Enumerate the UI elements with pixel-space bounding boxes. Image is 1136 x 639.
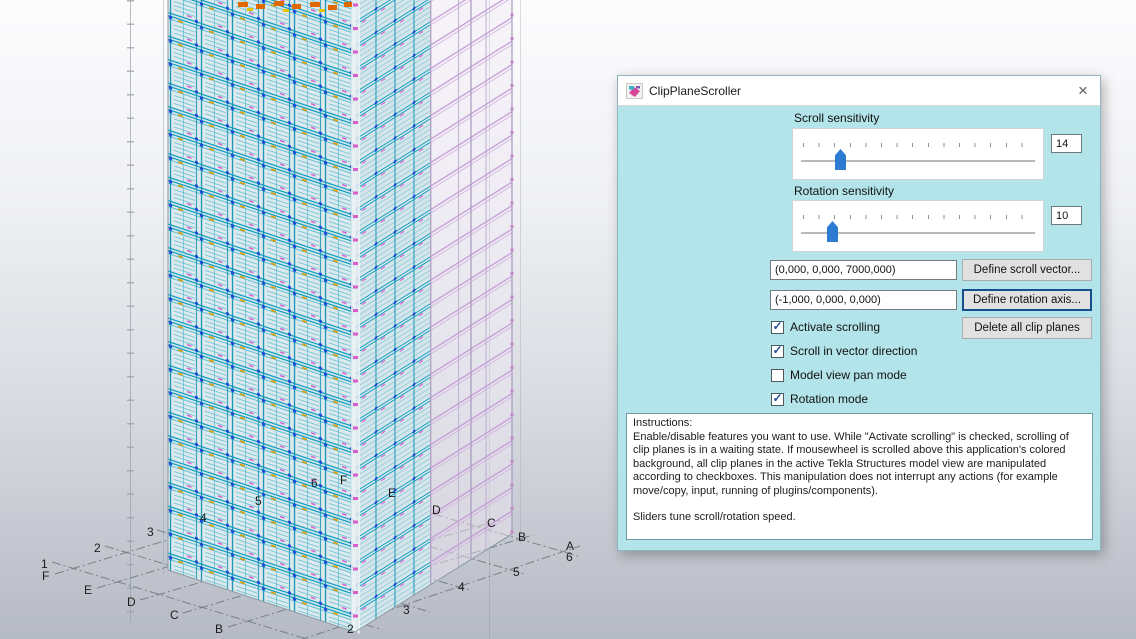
slider-thumb[interactable]	[827, 221, 838, 242]
rotation-axis-field[interactable]	[770, 290, 957, 310]
checkbox-box[interactable]: ✓	[771, 345, 784, 358]
instructions-box: Instructions: Enable/disable features yo…	[626, 413, 1093, 540]
checkbox-label: Rotation mode	[790, 392, 868, 406]
scroll-sensitivity-label: Scroll sensitivity	[794, 111, 879, 125]
tekla-model-viewport[interactable]: 1 2 3 4 5 6 F E D C B F E D C B A 6 5 4 …	[0, 0, 1136, 639]
close-button[interactable]: ×	[1066, 76, 1100, 106]
checkbox-model-view-pan-mode[interactable]: Model view pan mode	[771, 367, 907, 383]
grid-label-F-right: F	[340, 474, 347, 486]
checkbox-label: Model view pan mode	[790, 368, 907, 382]
grid-label-C-right: C	[487, 517, 496, 529]
grid-label-3-bottom: 3	[403, 604, 410, 616]
building-model-3d[interactable]	[0, 0, 620, 639]
grid-label-D-left: D	[127, 596, 136, 608]
define-rotation-axis-button[interactable]: Define rotation axis...	[962, 289, 1092, 311]
frame-structure	[430, 0, 512, 585]
building-right-face	[355, 0, 430, 632]
grid-label-6: 6	[311, 477, 318, 489]
building-left-face	[168, 0, 355, 632]
grid-label-E-right: E	[388, 487, 396, 499]
grid-label-B-right: B	[518, 531, 526, 543]
grid-label-2: 2	[94, 542, 101, 554]
slider-ticks	[803, 215, 1035, 219]
checkbox-box[interactable]	[771, 369, 784, 382]
scroll-sensitivity-value[interactable]	[1051, 134, 1082, 153]
slider-thumb[interactable]	[835, 149, 846, 170]
checkbox-label: Activate scrolling	[790, 320, 880, 334]
checkmark-icon: ✓	[772, 345, 782, 356]
checkbox-activate-scrolling[interactable]: ✓ Activate scrolling	[771, 319, 880, 335]
define-scroll-vector-button[interactable]: Define scroll vector...	[962, 259, 1092, 281]
grid-label-4-bottom: 4	[458, 581, 465, 593]
grid-label-5: 5	[255, 495, 262, 507]
grid-label-D-right: D	[432, 504, 441, 516]
grid-label-C-left: C	[170, 609, 179, 621]
grid-label-E-left: E	[84, 584, 92, 596]
checkbox-rotation-mode[interactable]: ✓ Rotation mode	[771, 391, 868, 407]
grid-label-2-bottom: 2	[347, 623, 354, 635]
corner-column	[351, 0, 360, 634]
checkbox-scroll-vector-direction[interactable]: ✓ Scroll in vector direction	[771, 343, 917, 359]
checkbox-box[interactable]: ✓	[771, 393, 784, 406]
checkmark-icon: ✓	[772, 393, 782, 404]
clipplanescroller-dialog: ClipPlaneScroller × Scroll sensitivity R…	[617, 75, 1101, 551]
delete-all-clip-planes-button[interactable]: Delete all clip planes	[962, 317, 1092, 339]
instructions-heading: Instructions:	[633, 417, 1086, 431]
grid-label-B-left: B	[215, 623, 223, 635]
grid-label-6-right: 6	[566, 551, 573, 563]
scroll-sensitivity-slider[interactable]	[792, 128, 1044, 180]
rotation-sensitivity-slider[interactable]	[792, 200, 1044, 252]
grid-label-5-bottom: 5	[513, 566, 520, 578]
dialog-titlebar[interactable]: ClipPlaneScroller ×	[618, 76, 1100, 106]
app-icon	[626, 83, 643, 99]
instructions-footer: Sliders tune scroll/rotation speed.	[633, 511, 1086, 525]
grid-label-F-left: F	[42, 570, 49, 582]
dialog-title: ClipPlaneScroller	[649, 84, 1066, 98]
rotation-sensitivity-label: Rotation sensitivity	[794, 184, 894, 198]
dialog-body: Scroll sensitivity Rotation sensitivity …	[618, 106, 1100, 550]
slider-ticks	[803, 143, 1035, 147]
rotation-sensitivity-value[interactable]	[1051, 206, 1082, 225]
scroll-vector-field[interactable]	[770, 260, 957, 280]
instructions-body: Enable/disable features you want to use.…	[633, 431, 1086, 499]
checkmark-icon: ✓	[772, 321, 782, 332]
grid-label-3: 3	[147, 526, 154, 538]
checkbox-box[interactable]: ✓	[771, 321, 784, 334]
grid-label-4: 4	[200, 512, 207, 524]
checkbox-label: Scroll in vector direction	[790, 344, 917, 358]
